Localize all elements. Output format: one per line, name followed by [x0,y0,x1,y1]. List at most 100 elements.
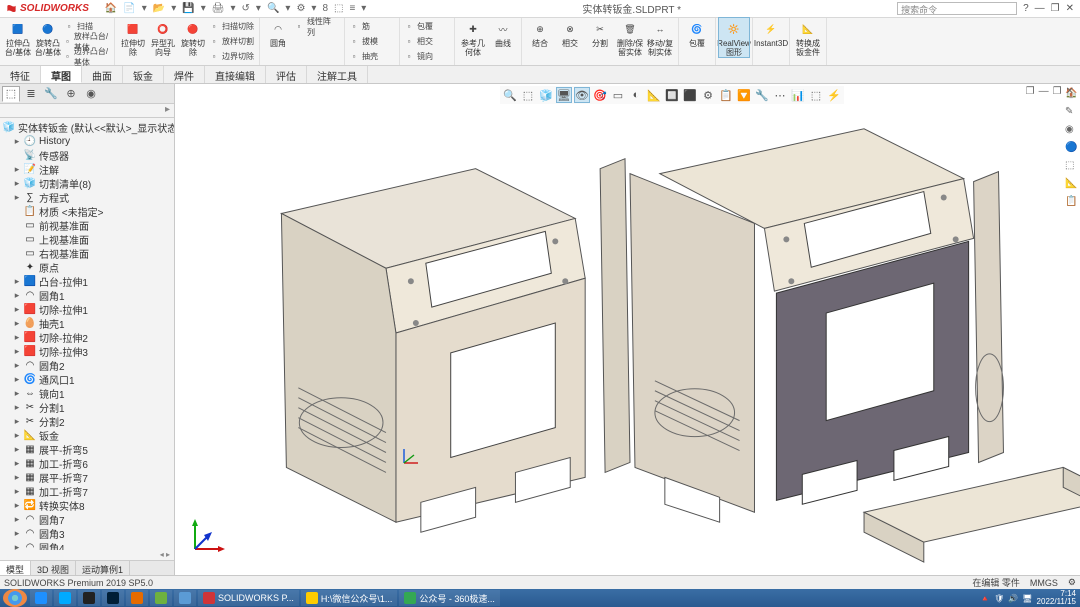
task-pane-button[interactable]: ⬚ [1065,160,1079,174]
expand-icon[interactable]: ▸ [13,164,21,175]
hud-button[interactable]: ⬚ [808,87,824,103]
qat-button[interactable]: 📄 [123,3,135,14]
ribbon-convert-sm-button[interactable]: 📐转换成 钣金件 [793,18,823,57]
taskbar-item[interactable] [78,590,100,606]
qat-button[interactable]: ▾ [142,3,147,14]
taskbar-item[interactable] [126,590,148,606]
qat-button[interactable]: ▾ [231,3,236,14]
expand-icon[interactable]: ▸ [13,374,21,385]
ribbon-hole-button[interactable]: ⭕异型孔 向导 [148,18,178,64]
ribbon-tab-5[interactable]: 直接编辑 [205,66,266,83]
tree-node[interactable]: ▸🟥切除-拉伸1 [3,302,174,316]
tree-node[interactable]: ▸◠圆角4 [3,540,174,550]
ribbon-combine-button[interactable]: ⊕结合 [525,18,555,57]
hud-button[interactable]: 📊 [790,87,806,103]
expand-icon[interactable]: ▸ [13,276,21,287]
hud-button[interactable]: ◐ [628,87,644,103]
task-pane-button[interactable]: 📋 [1065,196,1079,210]
expand-icon[interactable]: ▸ [13,360,21,371]
qat-button[interactable]: ⬚ [334,3,343,14]
graphics-viewport[interactable]: 🏠✎◉🔵⬚📐📋 [175,84,1080,577]
ribbon-delete-body-button[interactable]: 🗑删除/保 留实体 [615,18,645,57]
tree-node[interactable]: ▸▦展平-折弯5 [3,442,174,456]
tree-node[interactable]: ▸◠圆角2 [3,358,174,372]
ribbon-split-button[interactable]: ✂分割 [585,18,615,57]
manager-tab[interactable]: ≣ [22,86,40,102]
ribbon-instant3d-button[interactable]: ⚡Instant3D [756,18,786,48]
tree-node[interactable]: ▸🟥切除-拉伸2 [3,330,174,344]
tree-node[interactable]: ▸✂分割2 [3,414,174,428]
tree-node[interactable]: ▸◠圆角3 [3,526,174,540]
qat-button[interactable]: 📂 [153,3,165,14]
hud-button[interactable]: ⋯ [772,87,788,103]
status-units[interactable]: MMGS [1030,578,1058,588]
task-pane-button[interactable]: 📐 [1065,178,1079,192]
qat-button[interactable]: 🔍 [267,3,279,14]
qat-button[interactable]: 8 [322,3,328,14]
qat-button[interactable]: ↺ [242,3,250,14]
tree-node[interactable]: 📡传感器 [3,148,174,162]
expand-icon[interactable]: ▸ [13,472,21,483]
ribbon-small-button[interactable]: ▫线性阵 列 [293,19,341,34]
hud-button[interactable]: 🔧 [754,87,770,103]
ribbon-revolve-button[interactable]: 🔵旋转凸 台/基体 [33,18,63,64]
tray-icon[interactable]: 🛡 [994,594,1004,603]
task-pane-button[interactable]: ◉ [1065,124,1079,138]
tree-node[interactable]: ▸▦加工-折弯6 [3,456,174,470]
tree-node[interactable]: ▭右视基准面 [3,246,174,260]
qat-button[interactable]: ⚙ [296,3,305,14]
tree-node[interactable]: ▸🔁转换实体8 [3,498,174,512]
hud-button[interactable]: 👁 [574,87,590,103]
taskbar-item[interactable] [54,590,76,606]
tree-node[interactable]: 📋材质 <未指定> [3,204,174,218]
minimize-button[interactable]: — [1035,3,1045,14]
expand-icon[interactable]: ▸ [13,430,21,441]
expand-icon[interactable]: ▸ [13,514,21,525]
tree-node[interactable]: ▸🧊切割清单(8) [3,176,174,190]
ribbon-extrude-button[interactable]: 🟦拉伸凸 台/基体 [3,18,33,64]
tree-node[interactable]: ▸∑方程式 [3,190,174,204]
qat-button[interactable]: ▾ [285,3,290,14]
hud-button[interactable]: ⬚ [520,87,536,103]
tree-node[interactable]: ▸◠圆角1 [3,288,174,302]
ribbon-tab-0[interactable]: 特征 [0,66,41,83]
ribbon-small-button[interactable]: ▫抽壳 [348,49,396,64]
qat-button[interactable]: 🏠 [105,3,117,14]
tree-node[interactable]: ▸🟦凸台-拉伸1 [3,274,174,288]
qat-button[interactable]: 💾 [182,3,194,14]
tree-scroll[interactable]: ◂ ▸ [0,550,174,560]
ribbon-cut-revolve-button[interactable]: 🔴旋转切 除 [178,18,208,64]
taskbar-item[interactable] [30,590,52,606]
expand-icon[interactable]: ▸ [13,416,21,427]
ribbon-cut-extrude-button[interactable]: 🟥拉伸切 除 [118,18,148,64]
taskbar-item[interactable] [150,590,172,606]
ribbon-tab-4[interactable]: 焊件 [164,66,205,83]
manager-tab[interactable]: ⬚ [2,86,20,102]
mdi-control-button[interactable]: ❐ [1053,86,1062,97]
tray-icon[interactable]: 🔺 [980,594,990,603]
tray-icon[interactable]: 🖥 [1022,594,1032,603]
help-button[interactable]: ? [1023,3,1029,14]
qat-button[interactable]: ▾ [311,3,316,14]
expand-icon[interactable]: ▸ [13,290,21,301]
tree-node[interactable]: ▸▦展平-折弯7 [3,470,174,484]
tree-node[interactable]: ▸📐钣金 [3,428,174,442]
mdi-control-button[interactable]: ✕ [1066,86,1074,97]
ribbon-fillet-button[interactable]: ◠圆角 [263,18,293,48]
expand-icon[interactable]: ▸ [13,346,21,357]
close-button[interactable]: ✕ [1066,3,1074,14]
start-button[interactable] [3,589,27,607]
tree-node[interactable]: ▸▦加工-折弯7 [3,484,174,498]
expand-icon[interactable]: ▸ [13,444,21,455]
hud-button[interactable]: ⚙ [700,87,716,103]
tree-node[interactable]: ▸⇔镜向1 [3,386,174,400]
taskbar-item[interactable]: 公众号 - 360极速... [399,590,500,606]
taskbar-item[interactable]: SOLIDWORKS P... [198,590,299,606]
ribbon-tab-1[interactable]: 草图 [41,66,82,83]
hud-button[interactable]: 🔲 [664,87,680,103]
mdi-control-button[interactable]: — [1039,86,1049,97]
ribbon-small-button[interactable]: ▫筋 [348,19,396,34]
ribbon-intersect-button[interactable]: ⊗相交 [555,18,585,57]
panel-chevron-icon[interactable]: ▸ [165,104,170,117]
ribbon-small-button[interactable]: ▫包覆 [403,19,451,34]
